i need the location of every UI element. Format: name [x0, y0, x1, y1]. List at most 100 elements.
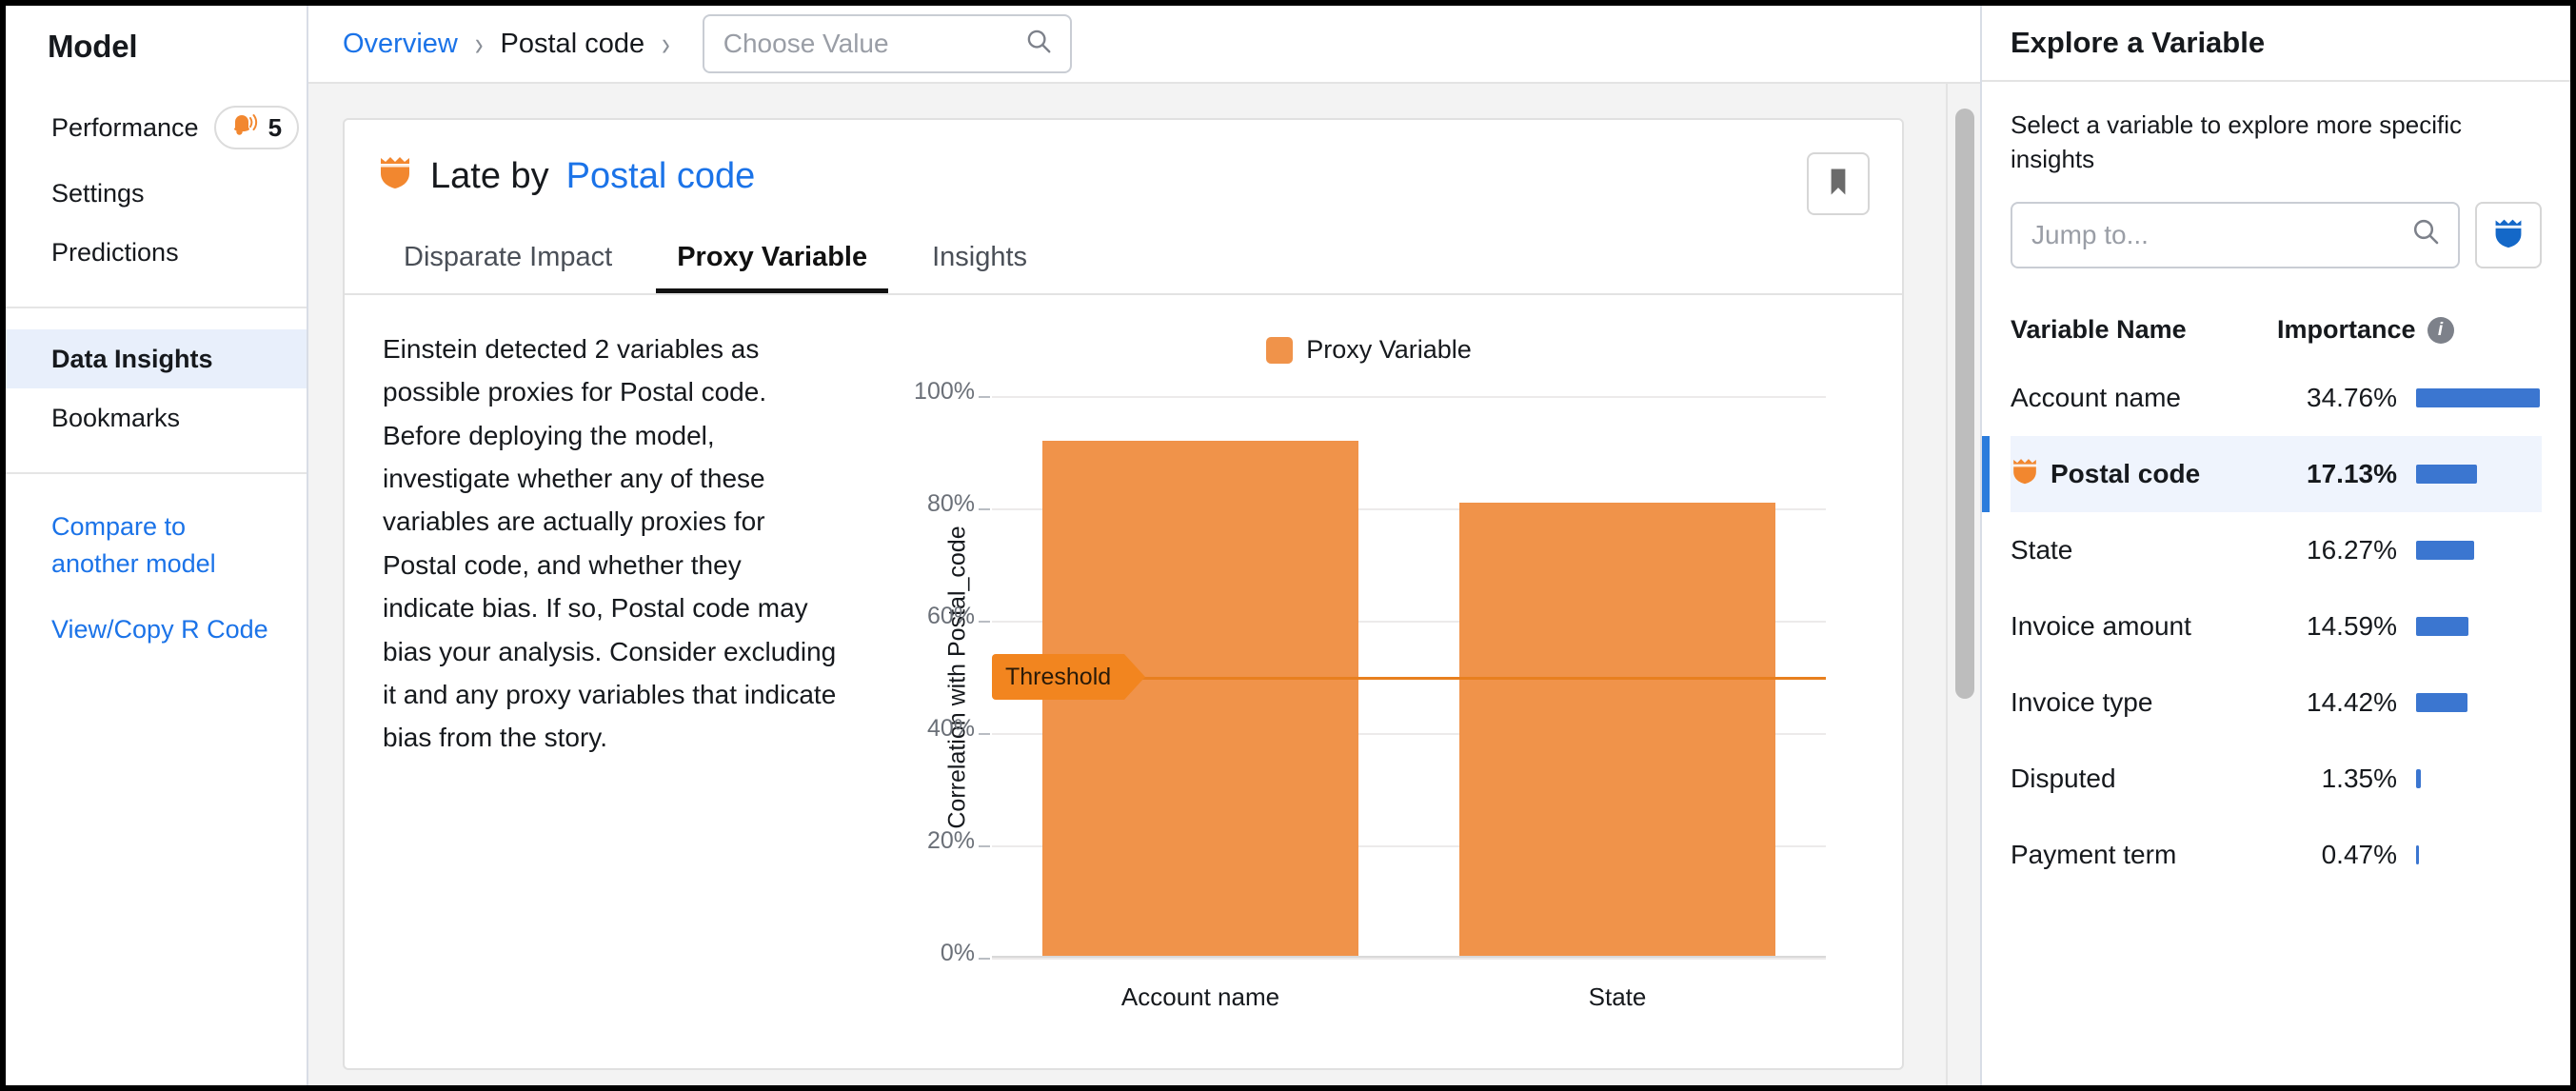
- importance-value: 17.13%: [2307, 458, 2397, 488]
- chevron-right-icon: ›: [662, 24, 670, 63]
- choose-value-placeholder: Choose Value: [723, 29, 889, 58]
- chart-y-axis-label: Correlation with Postal_code: [943, 525, 971, 829]
- app-window: Model Performance 5 Settings Predictions…: [0, 0, 2576, 1091]
- importance-value: 0.47%: [2321, 839, 2397, 869]
- tab-insights[interactable]: Insights: [911, 236, 1048, 293]
- importance-bar: [2416, 387, 2540, 407]
- card-title-variable[interactable]: Postal code: [566, 156, 756, 197]
- chart-legend: Proxy Variable: [868, 335, 1870, 365]
- blue-shield-icon: [2492, 215, 2525, 254]
- x-tick-label: Account name: [1120, 982, 1280, 1011]
- x-tick-label: State: [1588, 982, 1647, 1011]
- content-area: Late by Postal code Disparate Impact Pro…: [308, 82, 1980, 1085]
- importance-bar: [2416, 464, 2478, 484]
- sidebar-item-label: Settings: [51, 178, 145, 208]
- bar-state[interactable]: [1458, 503, 1776, 958]
- importance-value: 34.76%: [2307, 382, 2397, 412]
- performance-alert-badge[interactable]: 5: [213, 106, 300, 149]
- variable-name: Invoice amount: [2011, 610, 2191, 641]
- sidebar-item-data-insights[interactable]: Data Insights: [6, 329, 307, 388]
- table-row[interactable]: Invoice amount 14.59%: [2011, 588, 2542, 665]
- importance-bar: [2416, 616, 2468, 636]
- variable-name: Disputed: [2011, 763, 2116, 793]
- breadcrumb: Overview › Postal code › Choose Value: [308, 6, 1980, 82]
- card-title-prefix: Late by: [430, 155, 549, 196]
- table-row[interactable]: Invoice type 14.42%: [2011, 665, 2542, 741]
- sidebar-links: Compare to another model View/Copy R Cod…: [6, 474, 307, 648]
- sidebar-title: Model: [48, 29, 138, 64]
- importance-bar: [2416, 768, 2422, 788]
- sidebar-item-settings[interactable]: Settings: [6, 164, 307, 223]
- scrollbar-thumb[interactable]: [1955, 109, 1974, 699]
- card-body: Einstein detected 2 variables as possibl…: [345, 295, 1902, 1068]
- variable-name: Payment term: [2011, 839, 2177, 869]
- info-icon[interactable]: i: [2427, 316, 2454, 344]
- chart-x-axis: [992, 956, 1826, 958]
- variable-importance: 0.47%: [2285, 840, 2542, 870]
- orange-shield-icon: [2011, 455, 2039, 492]
- orange-shield-icon: [377, 152, 413, 200]
- table-row[interactable]: Postal code 17.13%: [1982, 435, 2542, 512]
- variable-importance: 1.35%: [2285, 764, 2542, 794]
- sidebar-item-label: Bookmarks: [51, 403, 181, 432]
- sidebar-item-label: Predictions: [51, 237, 179, 267]
- panel-hint: Select a variable to explore more specif…: [2011, 110, 2463, 173]
- explore-variable-panel: Explore a Variable Select a variable to …: [1980, 6, 2570, 1085]
- importance-value: 1.35%: [2321, 763, 2397, 793]
- breadcrumb-item-postal-code[interactable]: Postal code: [501, 29, 645, 60]
- panel-body: Select a variable to explore more specif…: [1982, 82, 2570, 893]
- importance-value: 14.42%: [2307, 686, 2397, 717]
- view-copy-r-code-link[interactable]: View/Copy R Code: [51, 611, 280, 648]
- insight-card: Late by Postal code Disparate Impact Pro…: [343, 118, 1904, 1070]
- importance-value: 16.27%: [2307, 534, 2397, 565]
- content-scrollbar[interactable]: [1946, 84, 1980, 1085]
- variable-importance: 14.42%: [2285, 687, 2542, 718]
- panel-title: Explore a Variable: [1982, 6, 2570, 82]
- choose-value-input[interactable]: Choose Value: [702, 14, 1072, 73]
- jump-to-input[interactable]: Jump to...: [2011, 201, 2460, 268]
- table-row[interactable]: Disputed 1.35%: [2011, 741, 2542, 817]
- sensitive-variable-filter-button[interactable]: [2475, 201, 2542, 268]
- variable-name-label: Postal code: [2051, 458, 2201, 488]
- legend-swatch-proxy-variable: [1266, 336, 1294, 364]
- variable-name: State: [2011, 534, 2073, 565]
- table-row[interactable]: State 16.27%: [2011, 512, 2542, 588]
- threshold-label: Threshold: [992, 654, 1146, 700]
- importance-bar: [2416, 692, 2467, 712]
- sidebar-item-predictions[interactable]: Predictions: [6, 223, 307, 282]
- variable-name: Invoice type: [2011, 686, 2153, 717]
- sidebar-group-secondary: Data Insights Bookmarks: [6, 308, 307, 474]
- card-title: Late by Postal code: [377, 152, 755, 200]
- bell-icon: [228, 110, 260, 146]
- importance-value: 14.59%: [2307, 610, 2397, 641]
- sidebar-item-bookmarks[interactable]: Bookmarks: [6, 388, 307, 447]
- content-scroll: Late by Postal code Disparate Impact Pro…: [308, 84, 1946, 1085]
- sidebar-item-label: Performance: [51, 112, 199, 142]
- sidebar-item-performance[interactable]: Performance 5: [6, 91, 307, 164]
- tab-proxy-variable[interactable]: Proxy Variable: [656, 236, 889, 293]
- table-row[interactable]: Payment term 0.47%: [2011, 817, 2542, 893]
- bookmark-button[interactable]: [1807, 152, 1870, 215]
- table-row[interactable]: Account name 34.76%: [2011, 360, 2542, 436]
- chevron-right-icon: ›: [474, 24, 484, 63]
- importance-bar: [2416, 540, 2474, 560]
- chart-plot-area: Correlation with Postal_code 100% 80% 60…: [914, 378, 1826, 1011]
- proxy-variable-chart: Proxy Variable Correlation with Postal_c…: [868, 327, 1870, 1049]
- card-header: Late by Postal code: [345, 120, 1902, 215]
- tab-disparate-impact[interactable]: Disparate Impact: [383, 236, 633, 293]
- y-gridline-0: 0%: [941, 940, 1826, 966]
- column-header-importance: Importance i: [2277, 315, 2534, 345]
- panel-search-row: Jump to...: [2011, 201, 2542, 268]
- variable-importance: 17.13%: [2285, 459, 2542, 489]
- card-description: Einstein detected 2 variables as possibl…: [383, 334, 837, 753]
- variable-importance: 14.59%: [2285, 611, 2542, 642]
- variable-name: Postal code: [2011, 455, 2285, 492]
- bookmark-icon: [1826, 167, 1851, 202]
- performance-alert-count: 5: [268, 112, 283, 142]
- search-icon: [1024, 27, 1053, 62]
- variable-table: Variable Name Importance i Account name …: [1982, 301, 2542, 893]
- compare-to-another-model-link[interactable]: Compare to another model: [51, 508, 280, 583]
- importance-bar: [2416, 844, 2419, 864]
- variable-importance: 34.76%: [2285, 383, 2542, 413]
- breadcrumb-item-overview[interactable]: Overview: [343, 29, 458, 60]
